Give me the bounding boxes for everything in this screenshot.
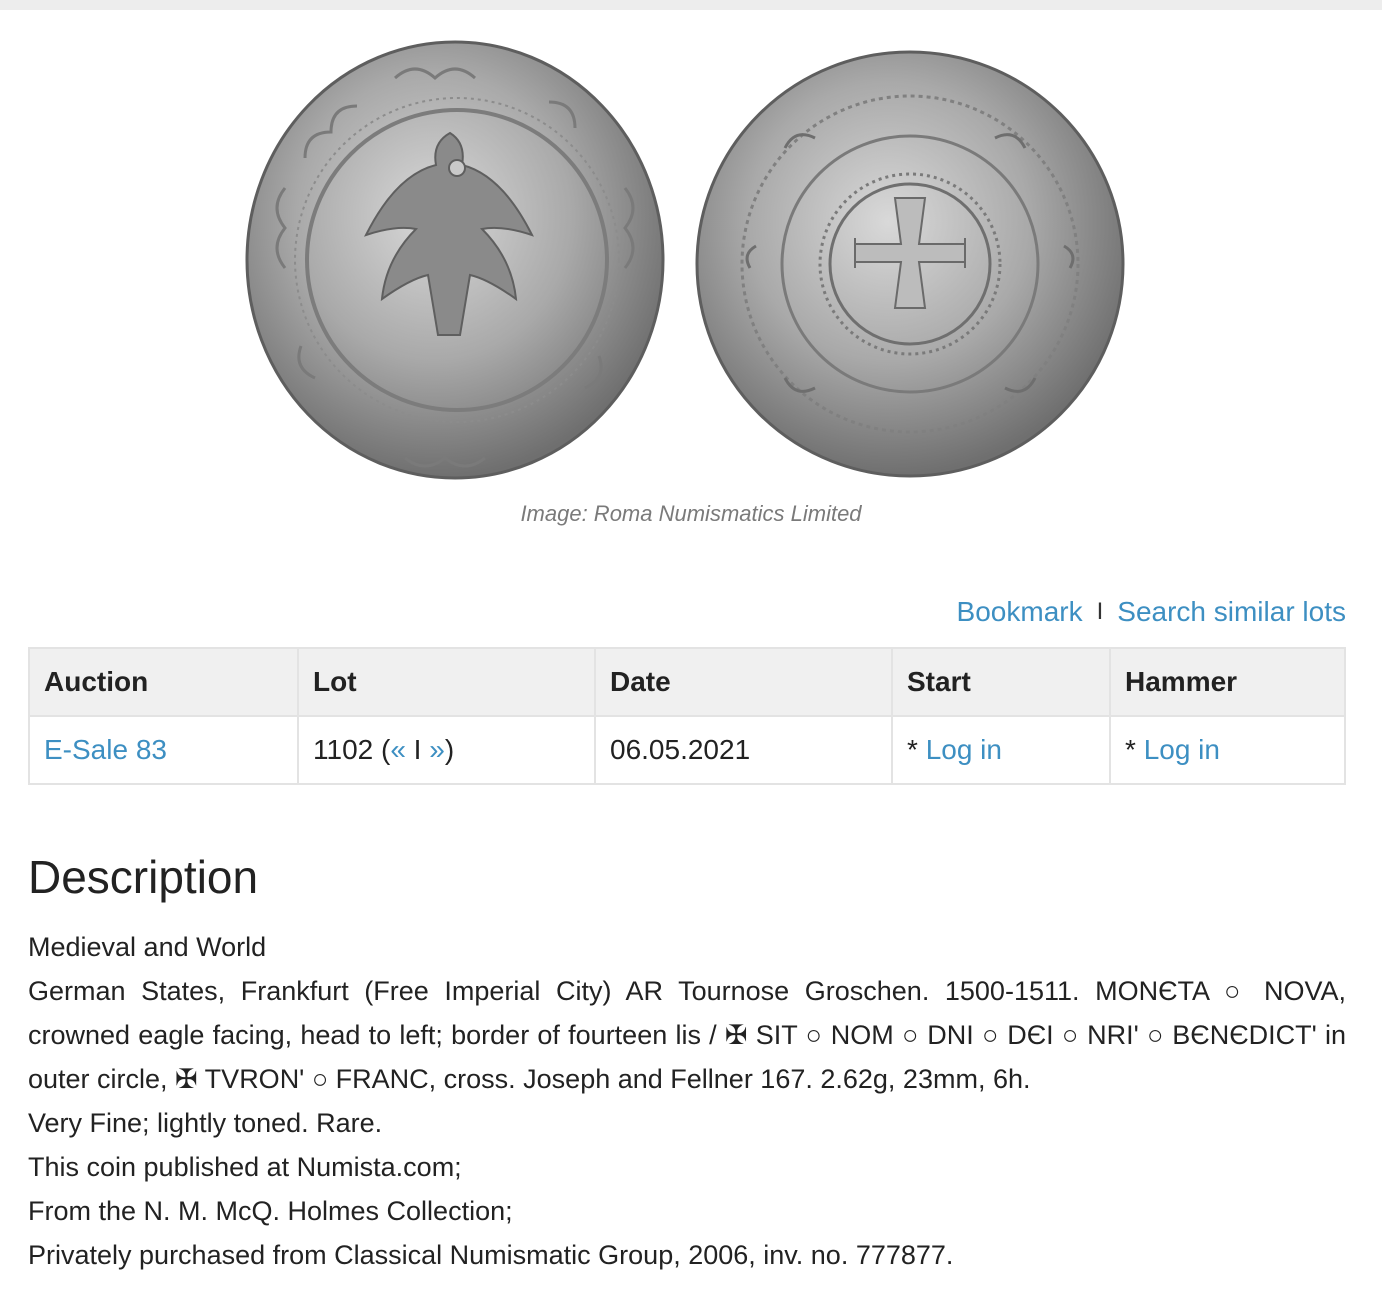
description-grade: Very Fine; lightly toned. Rare.: [28, 1108, 383, 1138]
hammer-prefix: *: [1125, 734, 1144, 765]
description-text: German States, Frankfurt (Free Imperial …: [28, 976, 1346, 1094]
cell-auction: E-Sale 83: [28, 715, 299, 785]
coin-obverse: [245, 40, 665, 480]
image-caption: Image: Roma Numismatics Limited: [520, 501, 862, 526]
description-publication: This coin published at Numista.com;: [28, 1152, 462, 1182]
lot-number: 1102 (: [313, 734, 391, 765]
lot-actions: Bookmark I Search similar lots: [957, 596, 1346, 628]
top-bar: [0, 0, 1382, 10]
previous-lot-link[interactable]: «: [390, 734, 406, 765]
coin-reverse: [695, 50, 1125, 478]
auction-link[interactable]: E-Sale 83: [44, 734, 167, 765]
cell-date: 06.05.2021: [594, 715, 893, 785]
header-hammer: Hammer: [1109, 647, 1346, 717]
actions-separator: I: [1096, 598, 1104, 625]
cell-lot: 1102 (« I »): [297, 715, 596, 785]
start-login-link[interactable]: Log in: [926, 734, 1002, 765]
coin-image[interactable]: [245, 38, 1135, 483]
lot-table: Auction Lot Date Start Hammer E-Sale 83 …: [28, 647, 1346, 785]
description-title: Description: [28, 851, 259, 903]
hammer-login-link[interactable]: Log in: [1144, 734, 1220, 765]
header-lot: Lot: [297, 647, 596, 717]
header-start: Start: [891, 647, 1111, 717]
search-similar-lots-link[interactable]: Search similar lots: [1117, 596, 1346, 628]
description-provenance: From the N. M. McQ. Holmes Collection;: [28, 1196, 513, 1226]
cell-hammer: * Log in: [1109, 715, 1346, 785]
cell-start: * Log in: [891, 715, 1111, 785]
table-row: E-Sale 83 1102 (« I ») 06.05.2021 * Log …: [28, 715, 1346, 785]
description-purchase: Privately purchased from Classical Numis…: [28, 1240, 954, 1270]
description-body: Medieval and World German States, Frankf…: [28, 925, 1346, 1277]
lot-nav-separator: I: [405, 734, 430, 765]
start-prefix: *: [907, 734, 926, 765]
header-date: Date: [594, 647, 893, 717]
header-auction: Auction: [28, 647, 299, 717]
bookmark-link[interactable]: Bookmark: [957, 596, 1083, 628]
description-category: Medieval and World: [28, 932, 267, 962]
next-lot-link[interactable]: »: [429, 734, 445, 765]
lot-close-paren: ): [444, 734, 455, 765]
coin-image-svg: [245, 40, 1125, 480]
table-header-row: Auction Lot Date Start Hammer: [28, 647, 1346, 717]
